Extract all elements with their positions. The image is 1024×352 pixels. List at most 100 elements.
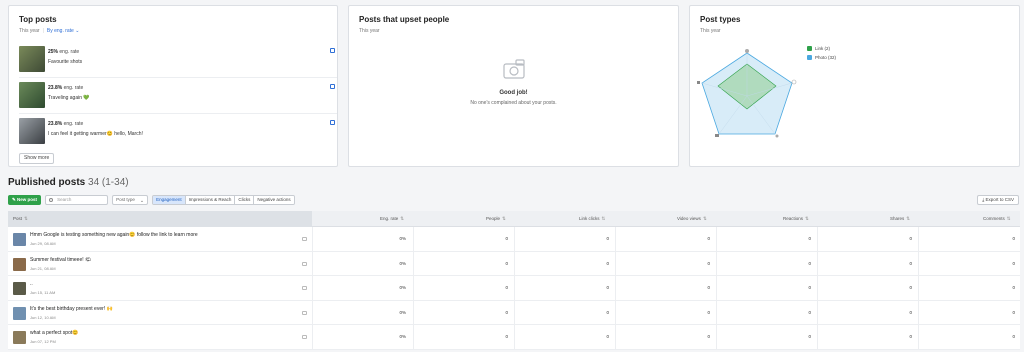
column-divider	[514, 276, 515, 300]
column-divider	[312, 276, 313, 300]
column-divider	[413, 251, 414, 275]
post-text: I can feel it getting warmer😊 hello, Mar…	[48, 131, 143, 137]
column-comments[interactable]: Comments ⇅	[983, 216, 1011, 222]
post-thumbnail	[19, 118, 45, 144]
column-eng-rate[interactable]: Eng. rate ⇅	[380, 216, 404, 222]
sort-dropdown[interactable]: By eng. rate ⌄	[47, 28, 80, 34]
post-thumbnail	[13, 257, 26, 271]
post-types-card: Post types This year Link (2) Photo (32)	[689, 5, 1020, 167]
post-eng-rate: 23.8% eng. rate	[48, 121, 84, 127]
column-link-clicks[interactable]: Link clicks ⇅	[579, 216, 605, 222]
post-date: Jun 15, 11 AM	[30, 290, 56, 295]
column-divider	[716, 227, 717, 251]
post-text[interactable]: ..	[30, 281, 33, 287]
checkbox-icon[interactable]	[807, 46, 812, 51]
table-cell: 0	[808, 285, 811, 290]
column-divider	[918, 300, 919, 324]
legend-item-link: Link (2)	[807, 46, 836, 51]
external-link-icon[interactable]	[330, 120, 335, 125]
table-cell: 0	[1012, 334, 1015, 339]
upset-title: Posts that upset people	[359, 15, 450, 24]
tab-impressions-reach[interactable]: Impressions & Reach	[185, 196, 236, 204]
show-more-button[interactable]: Show more	[19, 153, 55, 164]
table-row[interactable]: what a perfect spot😊 Jun 07, 12 PM 0% 0 0 0 0 0…	[8, 325, 1020, 350]
column-divider	[312, 325, 313, 349]
column-reactions[interactable]: Reactions ⇅	[783, 216, 809, 222]
external-link-icon[interactable]	[330, 48, 335, 53]
post-text[interactable]: Hmm Google is testing something new agai…	[30, 232, 198, 238]
post-thumbnail	[13, 306, 26, 320]
column-divider	[312, 251, 313, 275]
video-type-icon	[715, 134, 719, 137]
post-text: Traveling again 💚	[48, 95, 90, 101]
good-job-heading: Good job!	[499, 90, 528, 96]
table-header: Post ⇅ Eng. rate ⇅ People ⇅ Link clicks ⇅ Vi…	[8, 211, 1020, 227]
checkbox-icon[interactable]	[807, 55, 812, 60]
link-icon	[302, 237, 307, 241]
top-post-item[interactable]: 25% eng. rate Favourite shots	[19, 44, 337, 78]
table-row[interactable]: .. Jun 15, 11 AM 0% 0 0 0 0 0 0	[8, 276, 1020, 301]
post-text[interactable]: It's the best birthday present ever! 🙌	[30, 306, 113, 312]
post-date: Jun 12, 10 AM	[30, 314, 56, 320]
column-divider	[918, 227, 919, 251]
top-post-item[interactable]: 23.8% eng. rate Traveling again 💚	[19, 80, 337, 114]
table-cell: 0	[808, 334, 811, 339]
top-posts-period: This year	[19, 28, 40, 34]
column-divider	[615, 227, 616, 251]
table-row[interactable]: Summer festival timeee! 🌤 Jun 21, 08 AM 0%…	[8, 251, 1020, 276]
column-divider	[413, 300, 414, 324]
table-cell: 0	[505, 236, 508, 241]
tab-negative-actions[interactable]: Negative actions	[254, 196, 294, 204]
external-link-icon[interactable]	[330, 84, 335, 89]
export-csv-button[interactable]: ⤓ Export to CSV	[977, 195, 1019, 205]
sort-icon: ⇅	[502, 216, 506, 221]
post-text[interactable]: Summer festival timeee! 🌤	[30, 257, 91, 263]
column-divider	[312, 300, 313, 324]
column-divider	[615, 276, 616, 300]
radar-legend: Link (2) Photo (32)	[807, 46, 836, 64]
download-icon: ⤓	[982, 197, 985, 202]
tab-engagement[interactable]: Engagement	[153, 196, 186, 204]
post-types-radar-chart	[697, 49, 797, 138]
table-cell: 0	[1012, 309, 1015, 315]
table-cell: 0	[808, 309, 811, 315]
post-text: Favourite shots	[48, 59, 83, 65]
photo-icon	[302, 286, 307, 290]
chevron-down-icon: ⌄	[75, 28, 80, 34]
published-count: 34 (1-34)	[88, 177, 129, 188]
column-shares[interactable]: Shares ⇅	[890, 216, 910, 222]
table-row[interactable]: Hmm Google is testing something new agai…	[8, 227, 1020, 252]
sort-icon: ⇅	[601, 216, 606, 221]
column-divider	[716, 325, 717, 349]
status-type-icon	[775, 134, 779, 138]
post-type-select[interactable]: Post type ⌄	[112, 195, 149, 205]
table-cell: 0%	[399, 285, 406, 290]
legend-item-photo: Photo (32)	[807, 55, 836, 60]
top-post-item[interactable]: 23.8% eng. rate I can feel it getting wa…	[19, 116, 337, 150]
column-divider	[413, 325, 414, 349]
column-post[interactable]: Post ⇅	[13, 216, 28, 222]
column-divider	[817, 325, 818, 349]
link-type-icon	[791, 79, 797, 85]
table-cell: 0%	[399, 309, 406, 315]
post-types-period: This year	[700, 28, 721, 34]
post-thumbnail	[13, 233, 26, 246]
post-date: Jun 21, 08 AM	[30, 265, 56, 271]
table-cell: 0	[707, 285, 710, 290]
table-cell: 0	[606, 285, 609, 290]
column-video-views[interactable]: Video views ⇅	[677, 216, 707, 222]
column-people[interactable]: People ⇅	[486, 216, 506, 222]
table-row[interactable]: It's the best birthday present ever! 🙌 Ju…	[8, 300, 1020, 325]
column-divider	[716, 276, 717, 300]
photo-icon	[302, 261, 307, 266]
post-date: Jun 07, 12 PM	[30, 339, 56, 344]
column-divider	[918, 325, 919, 349]
tab-clicks[interactable]: Clicks	[235, 196, 255, 204]
post-eng-rate: 25% eng. rate	[48, 49, 80, 55]
search-input[interactable]: Search	[45, 195, 109, 205]
table-body: Hmm Google is testing something new agai…	[8, 227, 1020, 350]
post-text[interactable]: what a perfect spot😊	[30, 330, 78, 336]
album-type-icon	[697, 81, 700, 84]
new-post-button[interactable]: ✎ New post	[8, 195, 42, 205]
sort-icon: ⇅	[906, 216, 911, 221]
